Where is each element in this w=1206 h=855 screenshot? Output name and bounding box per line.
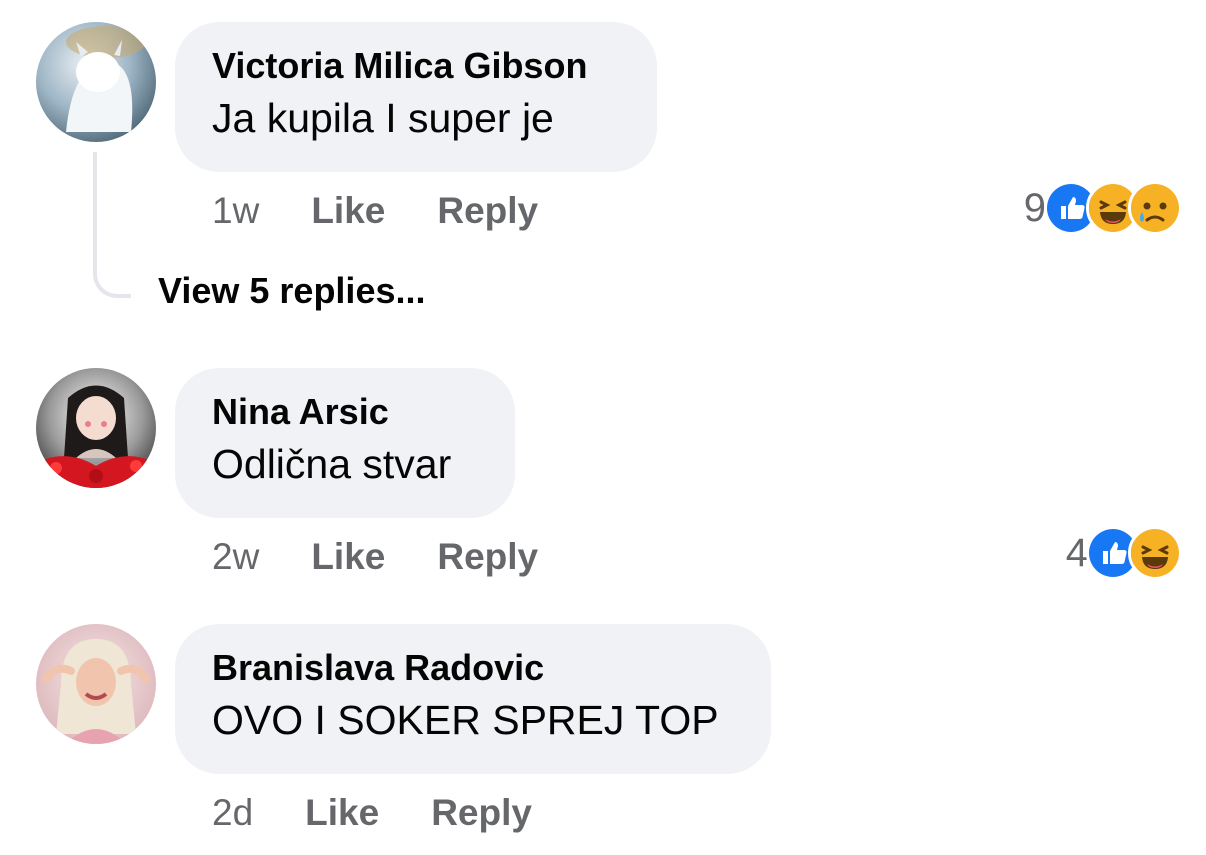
comment-actions: 2w Like Reply [212, 532, 538, 582]
like-button[interactable]: Like [305, 792, 379, 834]
comment-actions: 2d Like Reply [212, 788, 532, 838]
avatar[interactable] [36, 624, 156, 744]
comment-actions: 1w Like Reply [212, 186, 538, 236]
thread-connector [93, 152, 131, 298]
comment-text: Odlična stvar [212, 441, 452, 487]
comment-timestamp[interactable]: 2d [212, 792, 253, 834]
like-button[interactable]: Like [311, 190, 385, 232]
view-replies-link[interactable]: View 5 replies... [158, 270, 426, 312]
comment-bubble: Branislava Radovic OVO I SOKER SPREJ TOP [175, 624, 771, 774]
comment-bubble: Victoria Milica Gibson Ja kupila I super… [175, 22, 657, 172]
comment-bubble: Nina Arsic Odlična stvar [175, 368, 515, 518]
reaction-count: 9 [1023, 185, 1046, 230]
reply-button[interactable]: Reply [437, 190, 538, 232]
reaction-count: 4 [1065, 530, 1088, 575]
reply-button[interactable]: Reply [437, 536, 538, 578]
avatar[interactable] [36, 22, 156, 142]
comment-timestamp[interactable]: 2w [212, 536, 259, 578]
comment-text: Ja kupila I super je [212, 95, 554, 141]
reaction-summary[interactable]: 9 [1023, 181, 1182, 235]
avatar[interactable] [36, 368, 156, 488]
comment-author[interactable]: Victoria Milica Gibson [212, 44, 619, 88]
comment-text: OVO I SOKER SPREJ TOP [212, 697, 719, 743]
sad-icon [1128, 181, 1182, 235]
haha-icon [1128, 526, 1182, 580]
comment-author[interactable]: Nina Arsic [212, 390, 477, 434]
like-button[interactable]: Like [311, 536, 385, 578]
comment-timestamp[interactable]: 1w [212, 190, 259, 232]
reaction-summary[interactable]: 4 [1065, 526, 1182, 580]
reply-button[interactable]: Reply [431, 792, 532, 834]
comment-author[interactable]: Branislava Radovic [212, 646, 733, 690]
